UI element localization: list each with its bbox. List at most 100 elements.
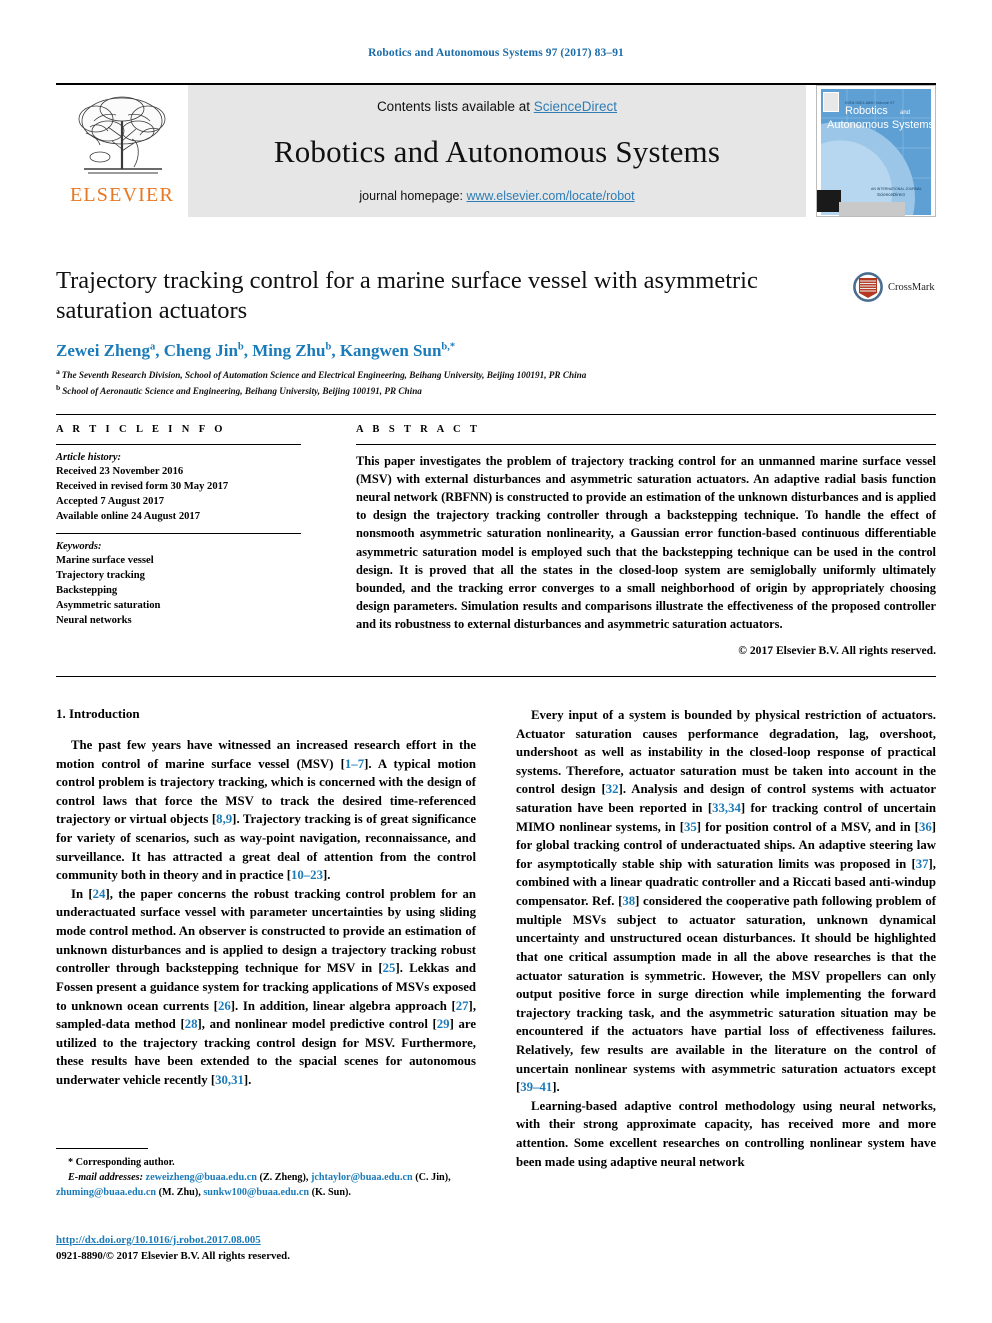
keyword-item: Trajectory tracking [56, 570, 145, 582]
email-person: (M. Zhu), [156, 1186, 204, 1198]
citation-link[interactable]: 29 [437, 1017, 450, 1031]
journal-masthead: ELSEVIER Contents lists available at Sci… [56, 83, 936, 217]
article-history-item: Received in revised form 30 May 2017 [56, 481, 229, 493]
article-history-item: Available online 24 August 2017 [56, 511, 201, 523]
citation-link[interactable]: 37 [916, 857, 929, 871]
contents-available-line: Contents lists available at ScienceDirec… [377, 99, 617, 114]
article-history-item: Accepted 7 August 2017 [56, 496, 164, 508]
sciencedirect-link[interactable]: ScienceDirect [534, 99, 617, 114]
column-gutter [476, 706, 516, 1266]
article-title-block: Trajectory tracking control for a marine… [56, 266, 846, 399]
corresponding-author-note: * Corresponding author. [68, 1157, 175, 1168]
svg-text:Robotics: Robotics [845, 105, 888, 117]
abstract-heading: A B S T R A C T [356, 424, 481, 435]
email-person: (C. Jin), [412, 1171, 451, 1183]
crossmark-badge[interactable]: CrossMark [853, 272, 953, 302]
body-paragraph: The past few years have witnessed an inc… [56, 738, 477, 883]
body-paragraph: In [24], the paper concerns the robust t… [56, 886, 477, 1087]
author-name: Zewei Zheng [56, 340, 150, 360]
elsevier-tree-icon [78, 96, 166, 174]
citation-link[interactable]: 32 [606, 782, 619, 796]
footnote-block: * Corresponding author. E-mail addresses… [56, 1148, 476, 1200]
email-link[interactable]: zhuming@buaa.edu.cn [56, 1187, 156, 1198]
paper-page: Robotics and Autonomous Systems 97 (2017… [0, 0, 992, 1323]
abstract-column: A B S T R A C T This paper investigates … [356, 424, 936, 657]
affiliation-line: b School of Aeronautic Science and Engin… [56, 383, 422, 397]
author-affiliation-marker: b,* [441, 341, 456, 353]
citation-link[interactable]: 33,34 [712, 801, 741, 815]
email-link[interactable]: sunkw100@buaa.edu.cn [203, 1187, 309, 1198]
citation-link[interactable]: 39–41 [520, 1080, 552, 1094]
citation-link[interactable]: 27 [456, 999, 469, 1013]
svg-text:ScienceDirect: ScienceDirect [877, 192, 906, 197]
citation-link[interactable]: 30,31 [215, 1073, 244, 1087]
citation-link[interactable]: 28 [185, 1017, 198, 1031]
page-title: Trajectory tracking control for a marine… [56, 267, 758, 325]
elsevier-logo: ELSEVIER [56, 85, 188, 217]
citation-link[interactable]: 35 [684, 820, 697, 834]
svg-text:Autonomous Systems: Autonomous Systems [827, 119, 934, 131]
journal-cover-art: ISSN 0921-8890 Volume 97 Robotics and Au… [817, 86, 935, 216]
keywords-list: Marine surface vessel Trajectory tracking… [56, 553, 301, 628]
author-name: Kangwen Sun [339, 340, 442, 360]
divider [56, 533, 301, 535]
keyword-item: Marine surface vessel [56, 555, 154, 567]
author-name: Ming Zhu [252, 340, 326, 360]
elsevier-wordmark: ELSEVIER [69, 184, 175, 206]
footnote-rule [56, 1148, 148, 1149]
author-list: Zewei Zhenga, Cheng Jinb, Ming Zhub, Kan… [56, 340, 456, 360]
doi-link[interactable]: http://dx.doi.org/10.1016/j.robot.2017.0… [56, 1234, 261, 1246]
rule-above-abstract [56, 414, 936, 415]
section-heading-introduction: 1. Introduction [56, 706, 140, 721]
email-person: (K. Sun). [309, 1186, 351, 1198]
journal-homepage-link[interactable]: www.elsevier.com/locate/robot [466, 189, 634, 203]
article-info-heading: A R T I C L E I N F O [56, 424, 226, 435]
email-link[interactable]: zeweizheng@buaa.edu.cn [146, 1172, 257, 1183]
keyword-item: Neural networks [56, 615, 132, 627]
abstract-copyright: © 2017 Elsevier B.V. All rights reserved… [738, 644, 936, 658]
author-affiliation-marker: a [149, 341, 156, 353]
divider [356, 444, 936, 445]
citation-link[interactable]: 38 [622, 894, 635, 908]
citation-link[interactable]: 10–23 [291, 868, 323, 882]
svg-text:and: and [900, 110, 910, 116]
imprint-block: http://dx.doi.org/10.1016/j.robot.2017.0… [56, 1232, 516, 1264]
citation-link[interactable]: 8,9 [216, 812, 232, 826]
divider [56, 444, 301, 445]
journal-band: Contents lists available at ScienceDirec… [188, 85, 806, 217]
contents-prefix: Contents lists available at [376, 99, 534, 114]
right-column-paragraphs: Every input of a system is bounded by ph… [516, 706, 936, 1171]
email-addresses-note: E-mail addresses: zeweizheng@buaa.edu.cn… [56, 1171, 476, 1201]
keyword-item: Asymmetric saturation [56, 600, 161, 612]
running-head: Robotics and Autonomous Systems 97 (2017… [368, 47, 624, 59]
citation-link[interactable]: 1–7 [345, 757, 364, 771]
issn-copyright-line: 0921-8890/© 2017 Elsevier B.V. All right… [56, 1250, 290, 1263]
article-info-column: A R T I C L E I N F O Article history: R… [56, 424, 301, 657]
journal-homepage-line: journal homepage: www.elsevier.com/locat… [359, 189, 634, 203]
email-link[interactable]: jchtaylor@buaa.edu.cn [311, 1172, 413, 1183]
citation-link[interactable]: 25 [383, 961, 396, 975]
author-affiliation-marker: b [325, 341, 332, 353]
left-column-paragraphs: The past few years have witnessed an inc… [56, 736, 476, 1090]
citation-link[interactable]: 24 [93, 887, 106, 901]
article-history-label: Article history: [56, 452, 122, 463]
affiliation-list: a The Seventh Research Division, School … [56, 366, 846, 399]
body-paragraph: Learning-based adaptive control methodol… [516, 1098, 936, 1169]
svg-text:AN INTERNATIONAL JOURNAL: AN INTERNATIONAL JOURNAL [871, 187, 922, 191]
column-gap [301, 424, 356, 657]
citation-link[interactable]: 36 [919, 820, 932, 834]
keyword-item: Backstepping [56, 585, 118, 597]
info-abstract-row: A R T I C L E I N F O Article history: R… [56, 424, 936, 657]
rule-below-abstract [56, 676, 936, 677]
author-affiliation-marker: b [237, 341, 244, 353]
email-person: (Z. Zheng), [256, 1171, 311, 1183]
article-history-list: Received 23 November 2016 Received in rev… [56, 464, 301, 524]
abstract-text: This paper investigates the problem of t… [356, 454, 936, 631]
crossmark-label: CrossMark [888, 281, 935, 293]
body-paragraph: Every input of a system is bounded by ph… [516, 708, 937, 1095]
author-name: Cheng Jin [163, 340, 238, 360]
journal-title: Robotics and Autonomous Systems [273, 133, 721, 169]
body-right-column: Every input of a system is bounded by ph… [516, 706, 936, 1266]
citation-link[interactable]: 26 [218, 999, 231, 1013]
journal-cover-thumbnail: ISSN 0921-8890 Volume 97 Robotics and Au… [816, 85, 936, 217]
